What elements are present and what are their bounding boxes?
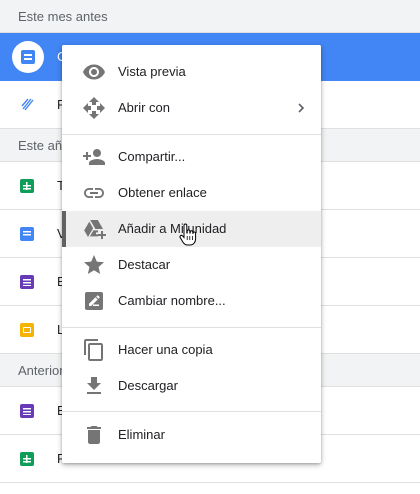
- slide-icon: [20, 323, 34, 337]
- star-icon: [84, 255, 104, 274]
- copy-icon: [84, 339, 103, 361]
- move-arrows-icon: [83, 97, 105, 119]
- add-person-icon: [83, 149, 105, 165]
- menu-divider: [62, 411, 321, 412]
- download-icon: [87, 377, 101, 394]
- link-icon: [84, 188, 104, 198]
- menu-item-make-copy[interactable]: Hacer una copia: [62, 332, 321, 368]
- menu-item-label: Destacar: [118, 257, 171, 272]
- chevron-right-icon: [298, 103, 305, 113]
- drive-page: Este mes antes C F Este año T V E L Ante…: [0, 0, 420, 494]
- rename-icon: [85, 292, 103, 310]
- eye-icon: [83, 64, 105, 80]
- menu-item-label: Vista previa: [118, 64, 186, 79]
- menu-item-delete[interactable]: Eliminar: [62, 417, 321, 453]
- doc-icon: [21, 50, 35, 64]
- menu-item-preview[interactable]: Vista previa: [62, 54, 321, 90]
- sheet-icon: [20, 452, 34, 466]
- menu-item-open-with[interactable]: Abrir con: [62, 90, 321, 126]
- menu-item-rename[interactable]: Cambiar nombre...: [62, 283, 321, 319]
- context-menu: Vista previa Abrir con Compartir... Obte…: [62, 45, 321, 463]
- menu-item-label: Abrir con: [118, 100, 171, 115]
- menu-item-share[interactable]: Compartir...: [62, 139, 321, 175]
- trash-icon: [87, 426, 101, 444]
- menu-divider: [62, 327, 321, 328]
- menu-item-label: Compartir...: [118, 149, 186, 164]
- menu-item-label: Eliminar: [118, 427, 165, 442]
- menu-item-label: Cambiar nombre...: [118, 293, 226, 308]
- form-icon: [20, 404, 34, 418]
- menu-item-label: Hacer una copia: [118, 342, 213, 357]
- selected-file-badge: [12, 41, 44, 73]
- menu-item-download[interactable]: Descargar: [62, 368, 321, 404]
- menu-item-label: Añadir a Mi unidad: [118, 221, 227, 236]
- menu-item-star[interactable]: Destacar: [62, 247, 321, 283]
- menu-item-label: Descargar: [118, 378, 178, 393]
- doc-icon: [20, 227, 34, 241]
- drive-add-icon: [84, 220, 106, 239]
- zip-icon: [21, 98, 34, 111]
- sheet-icon: [20, 179, 34, 193]
- menu-item-add-to-my-drive[interactable]: Añadir a Mi unidad: [62, 211, 321, 247]
- menu-item-label: Obtener enlace: [118, 185, 207, 200]
- section-header-this-month: Este mes antes: [0, 0, 420, 33]
- menu-divider: [62, 134, 321, 135]
- form-icon: [20, 275, 34, 289]
- menu-item-get-link[interactable]: Obtener enlace: [62, 175, 321, 211]
